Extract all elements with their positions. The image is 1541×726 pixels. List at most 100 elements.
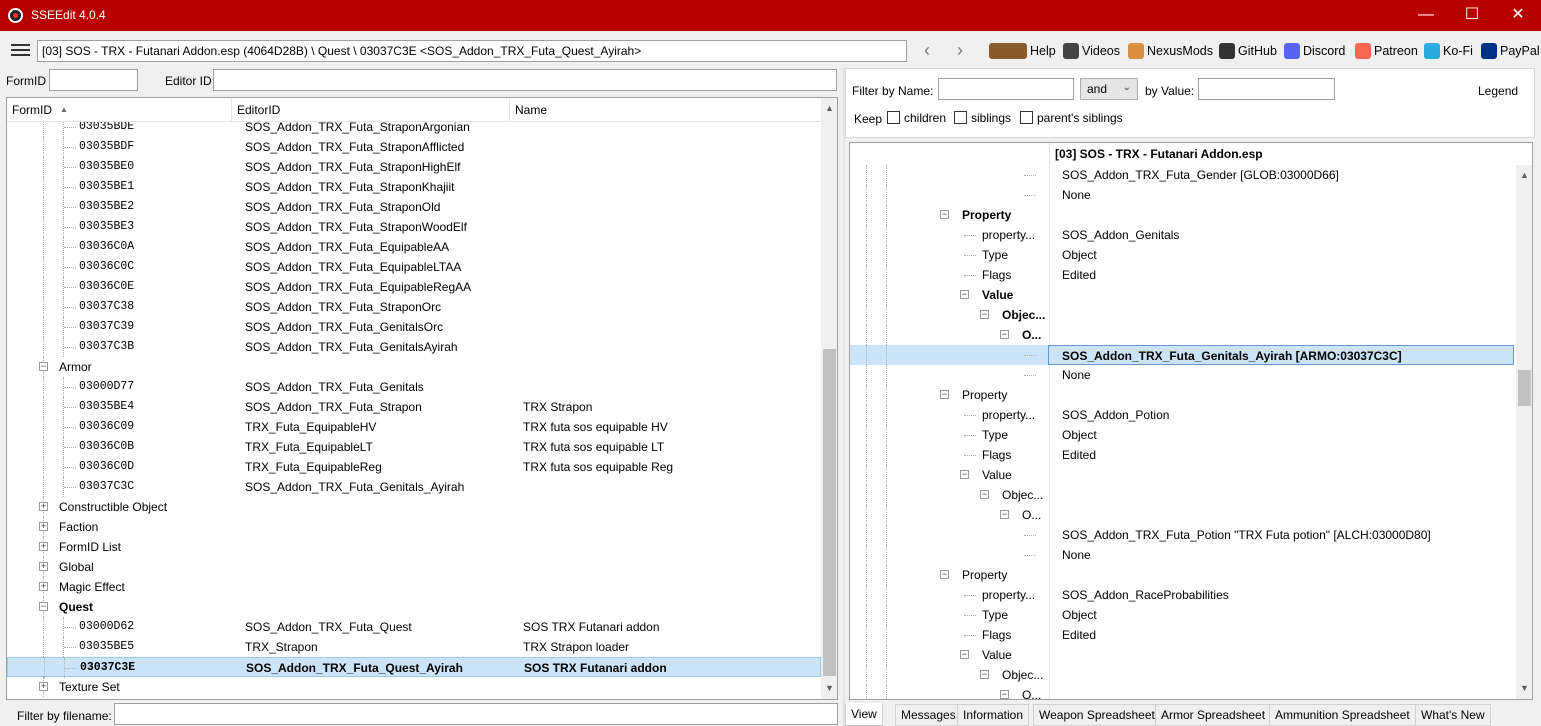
back-button[interactable]: ‹ bbox=[917, 41, 937, 61]
detail-row[interactable]: None bbox=[850, 185, 1516, 205]
collapse-icon[interactable]: − bbox=[39, 362, 48, 371]
detail-row[interactable]: Type Object bbox=[850, 245, 1516, 265]
tab-ammunition-spreadsheet[interactable]: Ammunition Spreadsheet bbox=[1269, 704, 1416, 726]
table-row[interactable]: 03037C38 SOS_Addon_TRX_Futa_StraponOrc bbox=[7, 297, 821, 317]
scroll-thumb[interactable] bbox=[1518, 370, 1531, 406]
table-row[interactable]: 03037C3B SOS_Addon_TRX_Futa_GenitalsAyira… bbox=[7, 337, 821, 357]
table-row[interactable]: 03037C3C SOS_Addon_TRX_Futa_Genitals_Ayir… bbox=[7, 477, 821, 497]
detail-row[interactable]: property... SOS_Addon_Genitals bbox=[850, 225, 1516, 245]
minimize-button[interactable]: — bbox=[1403, 0, 1449, 31]
expand-icon[interactable]: + bbox=[39, 582, 48, 591]
detail-row[interactable]: None bbox=[850, 545, 1516, 565]
table-row[interactable]: 03036C0A SOS_Addon_TRX_Futa_EquipableAA bbox=[7, 237, 821, 257]
table-row[interactable]: 03036C0B TRX_Futa_EquipableLT TRX futa sos… bbox=[7, 437, 821, 457]
detail-row[interactable]: SOS_Addon_TRX_Futa_Genitals_Ayirah [ARMO… bbox=[850, 345, 1516, 365]
forward-button[interactable]: › bbox=[950, 41, 970, 61]
detail-row[interactable]: − Objec... bbox=[850, 665, 1516, 685]
detail-row[interactable]: Flags Edited bbox=[850, 625, 1516, 645]
detail-row[interactable]: None bbox=[850, 365, 1516, 385]
collapse-icon[interactable]: − bbox=[980, 490, 989, 499]
collapse-icon[interactable]: − bbox=[1000, 510, 1009, 519]
detail-row[interactable]: Type Object bbox=[850, 425, 1516, 445]
tree-group-faction[interactable]: + Faction bbox=[7, 517, 821, 537]
tree-group-texture-set[interactable]: + Texture Set bbox=[7, 677, 821, 697]
tab-what-s-new[interactable]: What's New bbox=[1415, 704, 1491, 726]
collapse-icon[interactable]: − bbox=[960, 290, 969, 299]
collapse-icon[interactable]: − bbox=[940, 570, 949, 579]
main-menu-icon[interactable] bbox=[11, 44, 30, 57]
scroll-down-icon[interactable]: ▼ bbox=[1516, 680, 1532, 697]
record-tree-grid[interactable]: FormID ▲ EditorID Name 03035BDE SOS_Addon_… bbox=[6, 97, 838, 700]
detail-row[interactable]: − O... bbox=[850, 325, 1516, 345]
table-row[interactable]: 03035BE3 SOS_Addon_TRX_Futa_StraponWoodEl… bbox=[7, 217, 821, 237]
expand-icon[interactable]: + bbox=[39, 682, 48, 691]
table-row[interactable]: 03035BE4 SOS_Addon_TRX_Futa_Strapon TRX St… bbox=[7, 397, 821, 417]
close-button[interactable]: ✕ bbox=[1495, 0, 1541, 31]
detail-row[interactable]: SOS_Addon_TRX_Futa_Potion "TRX Futa poti… bbox=[850, 525, 1516, 545]
collapse-icon[interactable]: − bbox=[1000, 330, 1009, 339]
discord-link[interactable]: Discord bbox=[1284, 43, 1345, 61]
expand-icon[interactable]: + bbox=[39, 562, 48, 571]
detail-row[interactable]: − Property bbox=[850, 565, 1516, 585]
detail-row[interactable]: SOS_Addon_TRX_Futa_Gender [GLOB:03000D66… bbox=[850, 165, 1516, 185]
collapse-icon[interactable]: − bbox=[980, 310, 989, 319]
record-detail-tree[interactable]: [03] SOS - TRX - Futanari Addon.esp SOS_… bbox=[849, 142, 1533, 700]
editorid-input[interactable] bbox=[213, 69, 837, 91]
collapse-icon[interactable]: − bbox=[39, 602, 48, 611]
detail-row[interactable]: − Value bbox=[850, 465, 1516, 485]
collapse-icon[interactable]: − bbox=[980, 670, 989, 679]
table-row[interactable]: 03035BE2 SOS_Addon_TRX_Futa_StraponOld bbox=[7, 197, 821, 217]
table-row[interactable]: 03036C0C SOS_Addon_TRX_Futa_EquipableLTAA bbox=[7, 257, 821, 277]
detail-row[interactable]: − O... bbox=[850, 505, 1516, 525]
tree-group-global[interactable]: + Global bbox=[7, 557, 821, 577]
tab-information[interactable]: Information bbox=[957, 704, 1030, 726]
table-row[interactable]: 03036C09 TRX_Futa_EquipableHV TRX futa sos… bbox=[7, 417, 821, 437]
column-header-name[interactable]: Name bbox=[510, 98, 821, 122]
table-row[interactable]: 03035BE1 SOS_Addon_TRX_Futa_StraponKhajii… bbox=[7, 177, 821, 197]
collapse-icon[interactable]: − bbox=[960, 650, 969, 659]
maximize-button[interactable]: ☐ bbox=[1449, 0, 1495, 31]
tab-view[interactable]: View bbox=[845, 703, 883, 726]
left-vertical-scrollbar[interactable]: ▲ ▼ bbox=[821, 98, 837, 699]
tab-armor-spreadsheet[interactable]: Armor Spreadsheet bbox=[1155, 704, 1272, 726]
scroll-down-icon[interactable]: ▼ bbox=[821, 680, 837, 697]
nexusmods-link[interactable]: NexusMods bbox=[1128, 43, 1213, 61]
table-row[interactable]: 03000D77 SOS_Addon_TRX_Futa_Genitals bbox=[7, 377, 821, 397]
keep-children-checkbox[interactable]: children bbox=[887, 111, 946, 125]
scroll-up-icon[interactable]: ▲ bbox=[1516, 167, 1532, 184]
legend-button[interactable]: Legend bbox=[1478, 84, 1518, 98]
tree-group-armor[interactable]: − Armor bbox=[7, 357, 821, 377]
table-row[interactable]: 03035BDE SOS_Addon_TRX_Futa_StraponArgoni… bbox=[7, 122, 821, 137]
detail-row[interactable]: − Property bbox=[850, 385, 1516, 405]
github-link[interactable]: GitHub bbox=[1219, 43, 1277, 61]
keep-siblings-checkbox[interactable]: siblings bbox=[954, 111, 1011, 125]
scroll-thumb[interactable] bbox=[823, 349, 836, 676]
detail-row[interactable]: − Property bbox=[850, 205, 1516, 225]
detail-row[interactable]: Flags Edited bbox=[850, 445, 1516, 465]
help-link[interactable]: Help bbox=[989, 43, 1056, 61]
table-row[interactable]: 03036C0D TRX_Futa_EquipableReg TRX futa so… bbox=[7, 457, 821, 477]
tree-group-quest[interactable]: − Quest bbox=[7, 597, 821, 617]
detail-row[interactable]: − O... bbox=[850, 685, 1516, 699]
column-header-editorid[interactable]: EditorID bbox=[232, 98, 510, 122]
collapse-icon[interactable]: − bbox=[940, 390, 949, 399]
tab-weapon-spreadsheet[interactable]: Weapon Spreadsheet bbox=[1033, 704, 1161, 726]
collapse-icon[interactable]: − bbox=[1000, 690, 1009, 699]
filter-filename-input[interactable] bbox=[114, 703, 838, 725]
collapse-icon[interactable]: − bbox=[940, 210, 949, 219]
detail-row[interactable]: Flags Edited bbox=[850, 265, 1516, 285]
table-row[interactable]: 03000D62 SOS_Addon_TRX_Futa_Quest SOS TRX … bbox=[7, 617, 821, 637]
detail-row[interactable]: − Value bbox=[850, 645, 1516, 665]
patreon-link[interactable]: Patreon bbox=[1355, 43, 1418, 61]
tree-group-constructible-object[interactable]: + Constructible Object bbox=[7, 497, 821, 517]
right-vertical-scrollbar[interactable]: ▲ ▼ bbox=[1516, 165, 1532, 699]
table-row[interactable]: 03037C3E SOS_Addon_TRX_Futa_Quest_Ayirah S… bbox=[7, 657, 821, 678]
filter-by-name-input[interactable] bbox=[938, 78, 1074, 100]
table-row[interactable]: 03035BDF SOS_Addon_TRX_Futa_StraponAfflic… bbox=[7, 137, 821, 157]
tab-messages[interactable]: Messages bbox=[895, 704, 962, 726]
detail-row[interactable]: property... SOS_Addon_RaceProbabilities bbox=[850, 585, 1516, 605]
filter-by-value-input[interactable] bbox=[1198, 78, 1335, 100]
tree-group-formid-list[interactable]: + FormID List bbox=[7, 537, 821, 557]
detail-row[interactable]: − Objec... bbox=[850, 305, 1516, 325]
collapse-icon[interactable]: − bbox=[960, 470, 969, 479]
